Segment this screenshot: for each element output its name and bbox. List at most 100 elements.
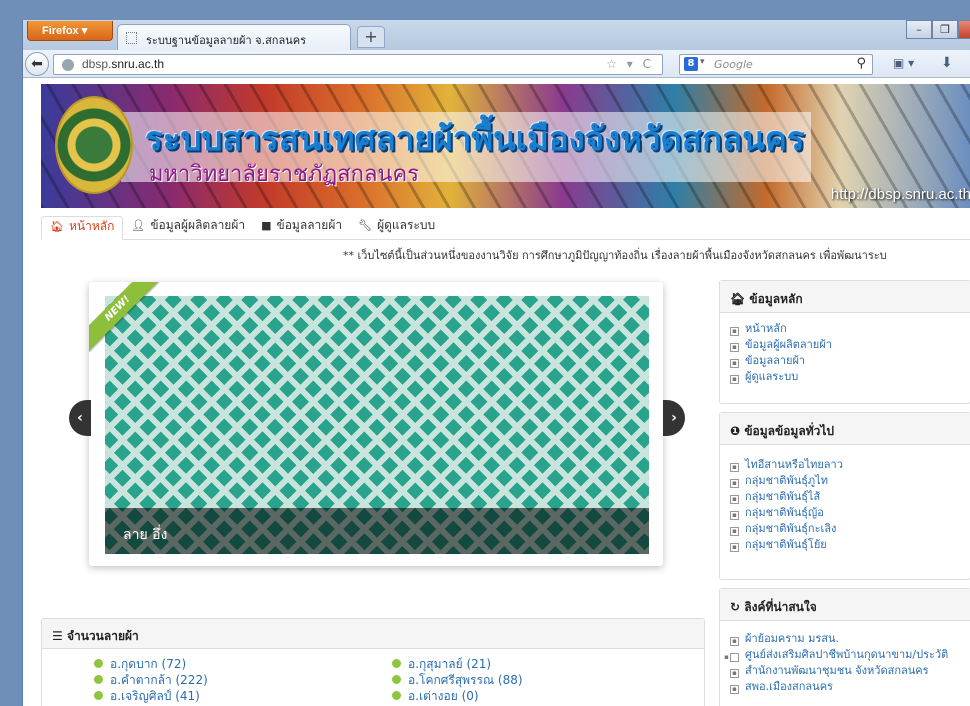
bullet-icon <box>392 691 401 700</box>
bullet-icon: ▪ <box>730 511 739 520</box>
menu-item-admin[interactable]: 🔧︎ ผู้ดูแลระบบ <box>350 215 443 239</box>
list-item[interactable]: ▪ ข้อมูลผู้ผลิตลายผ้า <box>730 337 970 353</box>
engine-dropdown-icon[interactable]: ▾ <box>700 57 705 67</box>
book-icon: ■ <box>261 218 272 232</box>
wrench-icon: 🔧︎ <box>358 218 373 232</box>
maximize-button[interactable]: ❐ <box>932 20 958 39</box>
link-label: กลุ่มชาติพันธุ์ไส้ <box>745 490 821 503</box>
links-panel: ↻ ลิงค์ที่น่าสนใจ ▪ ผ้าย้อมคราม มรสน. ▪ ศู… <box>719 588 970 706</box>
menu-item-home[interactable]: 🏠︎ หน้าหลัก <box>41 216 124 240</box>
bullet-icon: ▪ <box>730 479 739 488</box>
district-link: อ.โคกศรีสุพรรณ (88) <box>408 673 523 687</box>
menu-item-patterns[interactable]: ■ ข้อมูลลายผ้า <box>253 215 350 239</box>
slider-next-button[interactable]: › <box>663 400 685 436</box>
list-item[interactable]: ▪ ข้อมูลลายผ้า <box>730 353 970 369</box>
close-button[interactable] <box>958 20 970 39</box>
new-ribbon: NEW! <box>89 282 159 352</box>
list-item[interactable]: ▪ สพอ.เมืองสกลนคร <box>730 679 964 695</box>
district-link: อ.เจริญศิลป์ (41) <box>110 689 200 703</box>
slider-prev-button[interactable]: ‹ <box>69 400 91 436</box>
district-link: อ.กุสุมาลย์ (21) <box>408 657 492 671</box>
list-item[interactable]: ▪ กลุ่มชาติพันธุ์กะเลิง <box>730 521 970 537</box>
site-subtitle: มหาวิทยาลัยราชภัฏสกลนคร <box>149 162 420 187</box>
panel-header: ↻ ลิงค์ที่น่าสนใจ <box>720 589 970 621</box>
list-item[interactable]: ▪ กลุ่มชาติพันธุ์ญ้อ <box>730 505 970 521</box>
bullet-icon: ▪ <box>730 375 739 384</box>
banner-url: http://dbsp.snru.ac.th <box>830 186 970 203</box>
link-label: สพอ.เมืองสกลนคร <box>745 680 833 693</box>
search-placeholder: Google <box>714 58 753 71</box>
window-controls: – ❐ <box>906 20 970 40</box>
list-item[interactable]: ▪ สำนักงานพัฒนาชุมชน จังหวัดสกลนคร <box>730 663 964 679</box>
url-domain: snru.ac.th <box>111 57 165 71</box>
list-item[interactable]: ▪ กลุ่มชาติพันธุ์โย้ย <box>730 537 970 553</box>
list-item[interactable]: อ.เจริญศิลป์ (41) <box>94 687 200 706</box>
user-icon: 👤︎ <box>131 218 146 232</box>
image-slider: ลาย อึ่ง NEW! <box>89 282 663 566</box>
list-item[interactable]: ▪ ผ้าย้อมคราม มรสน. <box>730 631 964 647</box>
refresh-icon: ↻ <box>730 600 745 614</box>
link-label: ผ้าย้อมคราม มรสน. <box>745 632 840 645</box>
link-label: หน้าหลัก <box>745 322 787 335</box>
minimize-button[interactable]: – <box>906 20 932 39</box>
main-info-panel: 🏠︎ ข้อมูลหลัก ▪ หน้าหลัก ▪ ข้อมูลผู้ผลิตลา… <box>719 280 970 404</box>
menu-label: ผู้ดูแลระบบ <box>377 217 436 232</box>
list-item[interactable]: ▪ ศูนย์ส่งเสริมศิลปาชีพบ้านกุดนาขาม/ประวั… <box>724 647 964 663</box>
bullet-icon: ▪ <box>730 637 739 646</box>
bookmark-star-icon[interactable]: ☆ ▾ C <box>606 57 654 71</box>
tab-title: ระบบฐานข้อมูลลายผ้า จ.สกลนคร <box>146 34 306 47</box>
panel-header: 🏠︎ ข้อมูลหลัก <box>720 281 970 313</box>
announcement-marquee: ** เว็บไซต์นี้เป็นส่วนหนึ่งของงานวิจัย ก… <box>343 249 887 262</box>
bullet-icon <box>94 659 103 668</box>
link-label: ผู้ดูแลระบบ <box>745 370 799 383</box>
list-item[interactable]: ▪ ผู้ดูแลระบบ <box>730 369 970 385</box>
list-icon: ☰ <box>52 629 67 643</box>
list-item[interactable]: ▪ หน้าหลัก <box>730 321 970 337</box>
link-label: ศูนย์ส่งเสริมศิลปาชีพบ้านกุดนาขาม/ประวัต… <box>745 648 949 661</box>
links-list: ▪ ผ้าย้อมคราม มรสน. ▪ ศูนย์ส่งเสริมศิลปาชี… <box>720 621 970 695</box>
list-item[interactable]: อ.เต่างอย (0) <box>392 687 479 706</box>
bullet-icon: ▪ <box>730 343 739 352</box>
link-label: ข้อมูลลายผ้า <box>745 354 806 367</box>
back-button[interactable]: ⬅ <box>25 52 49 76</box>
web-page: ระบบสารสนเทศลายผ้าพื้นเมืองจังหวัดสกลนคร… <box>23 78 970 706</box>
browser-tab[interactable]: ระบบฐานข้อมูลลายผ้า จ.สกลนคร <box>117 24 351 50</box>
link-label: กลุ่มชาติพันธุ์กะเลิง <box>745 522 837 535</box>
general-info-list: ▪ ไทอีสานหรือไทยลาว ▪ กลุ่มชาติพันธุ์ภูไท … <box>720 445 970 553</box>
firefox-menu-label: Firefox <box>42 25 79 37</box>
firefox-menu-button[interactable]: Firefox ▾ <box>27 21 113 41</box>
google-engine-icon[interactable]: 8 <box>684 57 698 71</box>
list-item[interactable]: ▪ ไทอีสานหรือไทยลาว <box>730 457 970 473</box>
home-icon: 🏠︎ <box>730 292 750 306</box>
menu-label: ข้อมูลผู้ผลิตลายผ้า <box>150 217 246 232</box>
link-label: สำนักงานพัฒนาชุมชน จังหวัดสกลนคร <box>745 664 929 677</box>
university-logo <box>55 96 133 194</box>
browser-window: Firefox ▾ ระบบฐานข้อมูลลายผ้า จ.สกลนคร +… <box>22 20 970 706</box>
panel-header: ❶ ข้อมูลข้อมูลทั่วไป <box>720 413 970 445</box>
link-label: กลุ่มชาติพันธุ์ญ้อ <box>745 506 824 519</box>
list-item[interactable]: ▪ กลุ่มชาติพันธุ์ไส้ <box>730 489 970 505</box>
url-text[interactable]: dbsp.snru.ac.th <box>82 57 164 71</box>
search-bar[interactable]: 8 ▾ Google ⚲ <box>679 54 873 75</box>
url-bar[interactable]: dbsp.snru.ac.th ☆ ▾ C <box>53 54 663 75</box>
bullet-icon: ▪ <box>730 463 739 472</box>
district-link: อ.เต่างอย (0) <box>408 689 479 703</box>
main-menu: 🏠︎ หน้าหลัก 👤︎ ข้อมูลผู้ผลิตลายผ้า ■ ข้อมูล… <box>41 216 970 240</box>
title-bar: Firefox ▾ ระบบฐานข้อมูลลายผ้า จ.สกลนคร +… <box>23 20 970 50</box>
new-tab-button[interactable]: + <box>357 26 385 48</box>
link-label: ข้อมูลผู้ผลิตลายผ้า <box>745 338 832 351</box>
list-item[interactable]: ▪ กลุ่มชาติพันธุ์ภูไท <box>730 473 970 489</box>
page-icon <box>126 32 137 44</box>
site-identity-icon[interactable] <box>62 59 74 71</box>
pattern-count-panel: ☰ จำนวนลายผ้า อ.กุดบาก (72) อ.กุสุมาลย์ … <box>41 618 705 706</box>
navigation-bar: ⬅ dbsp.snru.ac.th ☆ ▾ C 8 ▾ Google ⚲ ▣ ▾… <box>23 50 970 78</box>
site-banner: ระบบสารสนเทศลายผ้าพื้นเมืองจังหวัดสกลนคร… <box>41 84 970 208</box>
menu-item-producers[interactable]: 👤︎ ข้อมูลผู้ผลิตลายผ้า <box>123 215 253 239</box>
bullet-icon: ▪ <box>730 669 739 678</box>
district-link: อ.คำตากล้า (222) <box>110 673 208 687</box>
general-info-panel: ❶ ข้อมูลข้อมูลทั่วไป ▪ ไทอีสานหรือไทยลาว … <box>719 412 970 580</box>
district-list: อ.กุดบาก (72) อ.กุสุมาลย์ (21) อ.คำตากล้… <box>42 649 704 706</box>
search-icon[interactable]: ⚲ <box>856 56 866 71</box>
bookmarks-icon[interactable]: ▣ ▾ <box>893 56 914 70</box>
download-icon[interactable]: ⬇ <box>941 55 953 71</box>
